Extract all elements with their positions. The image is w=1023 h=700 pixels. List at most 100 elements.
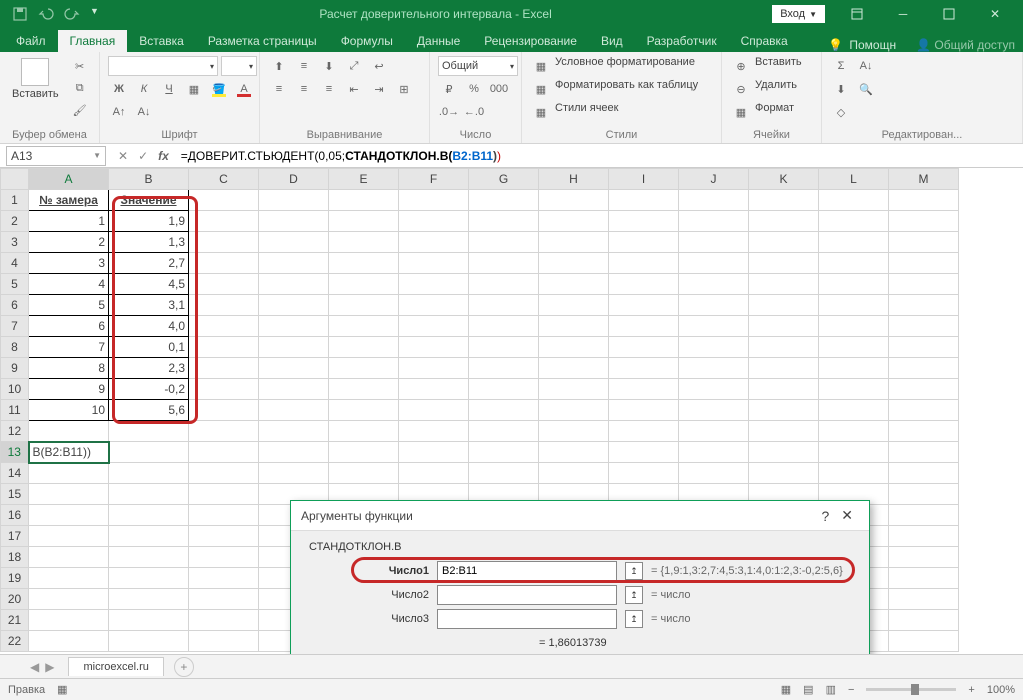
cell[interactable] [819,316,889,337]
cell[interactable] [679,253,749,274]
row-header[interactable]: 20 [1,589,29,610]
align-top-icon[interactable]: ⬆ [268,56,290,76]
cell[interactable] [749,337,819,358]
tab-review[interactable]: Рецензирование [472,30,589,52]
row-header[interactable]: 17 [1,526,29,547]
collapse-dialog-icon[interactable]: ↥ [625,586,643,604]
cell[interactable] [259,190,329,211]
cell[interactable] [329,421,399,442]
fx-icon[interactable]: fx [158,149,169,163]
cell[interactable] [749,316,819,337]
decrease-indent-icon[interactable]: ⇤ [343,79,365,99]
cell[interactable] [189,610,259,631]
cell[interactable] [469,358,539,379]
cell[interactable]: 8 [29,358,109,379]
cell[interactable] [889,316,959,337]
cell[interactable] [539,337,609,358]
row-header[interactable]: 21 [1,610,29,631]
cell[interactable] [889,211,959,232]
cell[interactable] [539,421,609,442]
cell[interactable] [819,400,889,421]
cell[interactable] [679,295,749,316]
cell[interactable] [259,421,329,442]
cell[interactable] [609,274,679,295]
tab-insert[interactable]: Вставка [127,30,196,52]
bold-button[interactable]: Ж [108,79,130,99]
cell[interactable] [889,253,959,274]
cell[interactable] [329,316,399,337]
maximize-button[interactable] [927,2,971,26]
cell[interactable]: 2 [29,232,109,253]
cell[interactable] [469,232,539,253]
cell[interactable] [29,484,109,505]
row-header[interactable]: 7 [1,316,29,337]
cell[interactable] [329,211,399,232]
cell[interactable] [889,610,959,631]
arg-input-2[interactable] [437,585,617,605]
row-header[interactable]: 2 [1,211,29,232]
cell[interactable] [189,631,259,652]
row-header[interactable]: 11 [1,400,29,421]
cell[interactable] [469,463,539,484]
cell[interactable] [609,379,679,400]
cell[interactable]: 3,1 [109,295,189,316]
row-header[interactable]: 9 [1,358,29,379]
row-header[interactable]: 6 [1,295,29,316]
cell[interactable] [189,589,259,610]
row-header[interactable]: 15 [1,484,29,505]
cell[interactable] [679,442,749,463]
cell[interactable] [539,295,609,316]
cell[interactable] [189,442,259,463]
tell-me[interactable]: Помощн [849,38,896,52]
cell[interactable] [609,190,679,211]
cell[interactable] [539,253,609,274]
cell[interactable] [329,274,399,295]
cell[interactable] [29,631,109,652]
cell[interactable] [189,421,259,442]
cell[interactable] [539,211,609,232]
cell[interactable] [329,358,399,379]
cell[interactable] [679,421,749,442]
cell[interactable] [889,358,959,379]
format-cells-button[interactable]: ▦Формат [730,102,794,122]
cell[interactable] [189,316,259,337]
cell[interactable] [189,379,259,400]
cell[interactable] [819,190,889,211]
cell[interactable] [329,379,399,400]
cell[interactable] [399,379,469,400]
cell[interactable]: 9 [29,379,109,400]
cell[interactable] [259,337,329,358]
column-header[interactable]: I [609,169,679,190]
cell[interactable] [609,253,679,274]
cell[interactable] [819,232,889,253]
worksheet-grid[interactable]: ABCDEFGHIJKLM1№ замераЗначение211,9321,3… [0,168,1023,658]
cell[interactable] [399,274,469,295]
save-icon[interactable] [12,6,28,22]
arg-input-1[interactable] [437,561,617,581]
formula-input[interactable]: =ДОВЕРИТ.СТЬЮДЕНТ(0,05;СТАНДОТКЛОН.В(B2:… [175,147,1023,165]
border-button[interactable]: ▦ [183,79,205,99]
cell[interactable] [469,316,539,337]
cell[interactable] [399,400,469,421]
column-header[interactable]: J [679,169,749,190]
cell[interactable]: 7 [29,337,109,358]
cell[interactable] [609,400,679,421]
cell[interactable] [889,505,959,526]
cell[interactable] [259,295,329,316]
cell[interactable] [189,484,259,505]
cell[interactable] [889,463,959,484]
find-icon[interactable]: 🔍 [855,79,877,99]
cell[interactable]: 1,9 [109,211,189,232]
cell[interactable] [329,442,399,463]
cell[interactable]: № замера [29,190,109,211]
cell[interactable]: 4,0 [109,316,189,337]
row-header[interactable]: 13 [1,442,29,463]
cell[interactable] [609,211,679,232]
cell[interactable] [29,547,109,568]
cell[interactable] [539,442,609,463]
cell[interactable] [399,358,469,379]
cell[interactable]: 2,3 [109,358,189,379]
cell[interactable] [399,442,469,463]
cell[interactable]: 10 [29,400,109,421]
cell[interactable] [189,295,259,316]
